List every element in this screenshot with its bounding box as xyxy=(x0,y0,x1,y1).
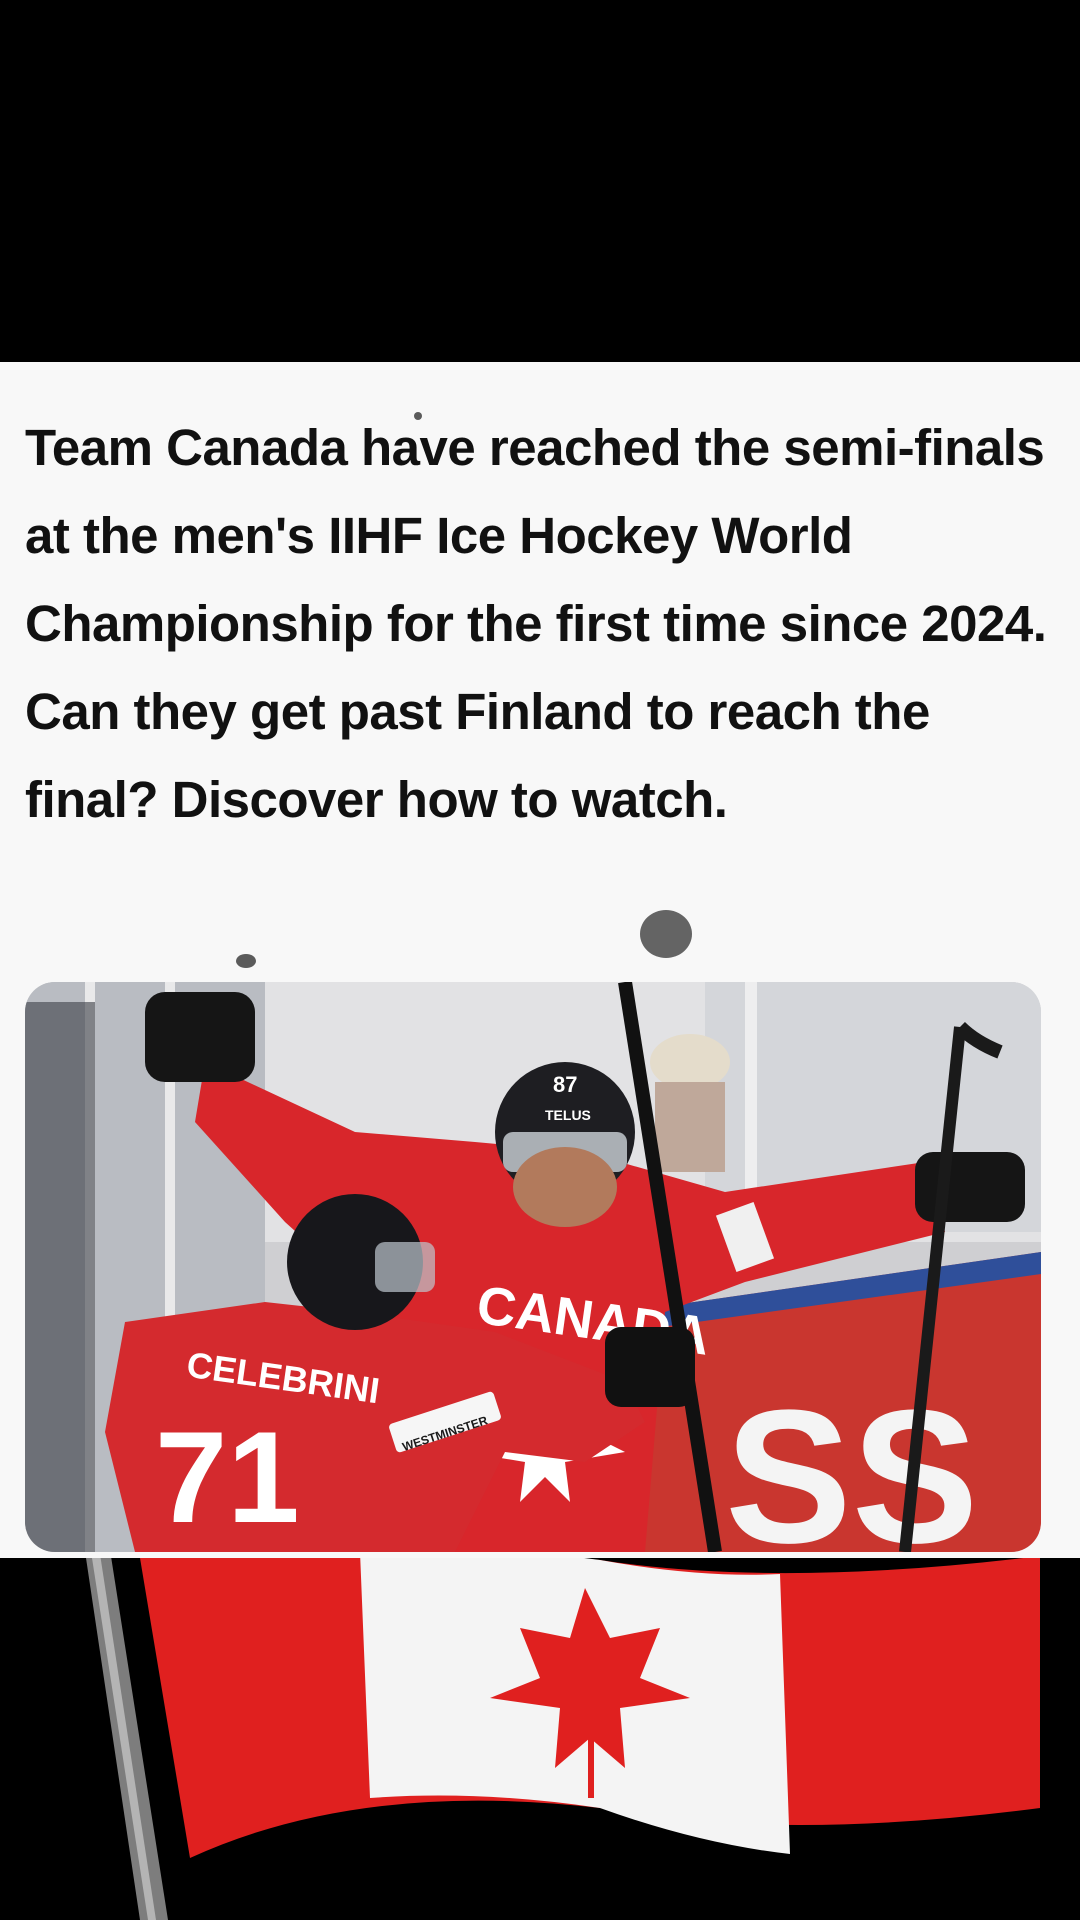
top-black-bar xyxy=(0,0,1080,362)
canada-flag-sticker xyxy=(0,1558,1080,1920)
dust-speck xyxy=(640,910,692,958)
post-card: Team Canada have reached the semi-finals… xyxy=(0,362,1080,1558)
dust-speck xyxy=(236,954,256,968)
dust-speck xyxy=(414,412,422,420)
helmet-sponsor: TELUS xyxy=(545,1107,591,1123)
board-text: SS xyxy=(725,1371,978,1552)
hockey-celebration-photo[interactable]: SS CANADA 87 TELUS CELEBRINI 71 WESTMINS… xyxy=(25,982,1041,1552)
player-number: 71 xyxy=(155,1404,300,1550)
helmet-number: 87 xyxy=(553,1072,577,1097)
post-headline: Team Canada have reached the semi-finals… xyxy=(25,419,1047,828)
